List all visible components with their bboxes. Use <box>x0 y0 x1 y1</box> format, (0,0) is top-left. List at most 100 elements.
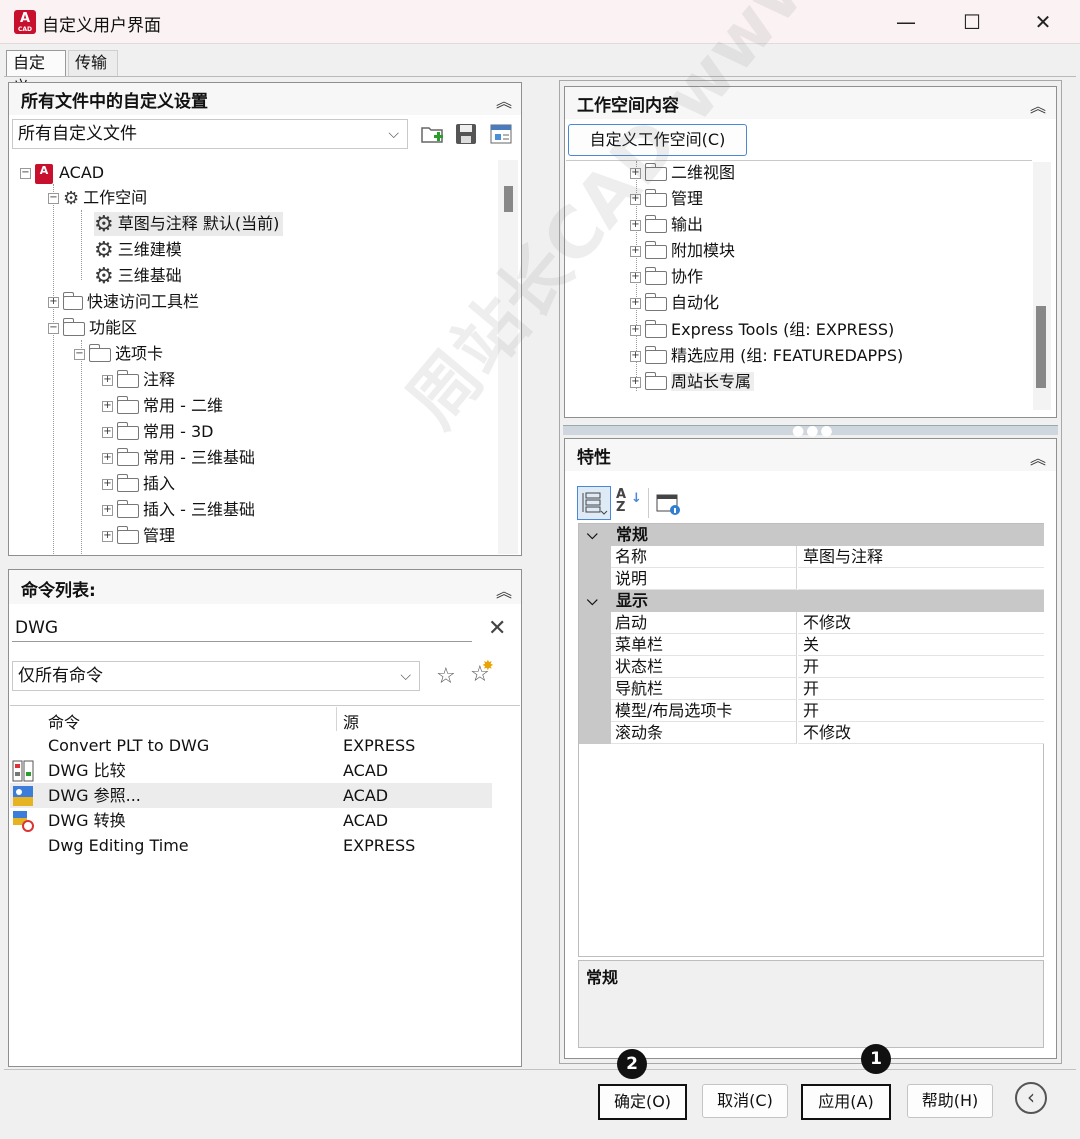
tree-node-workspace-3d-modeling[interactable]: ⚙ 三维建模 <box>94 238 182 262</box>
collapse-chevron-icon[interactable]: ︽ <box>1030 93 1046 117</box>
category-display[interactable]: ⌵ 显示 <box>579 590 1044 612</box>
workspace-scrollbar-thumb[interactable] <box>1036 306 1046 388</box>
alphabetical-sort-icon[interactable]: A Z ↓ <box>616 488 642 518</box>
tree-node-tab[interactable]: + 常用 - 3D <box>102 420 213 444</box>
tab-transfer[interactable]: 传输 <box>68 50 118 76</box>
property-value[interactable]: 开 <box>798 678 1044 700</box>
property-pages-icon[interactable] <box>656 492 682 516</box>
collapse-chevron-icon[interactable]: ︽ <box>496 578 512 602</box>
property-value[interactable]: 不修改 <box>798 722 1044 744</box>
command-row[interactable]: DWG 转换 ACAD <box>10 808 496 833</box>
command-row[interactable]: DWG 比较 ACAD <box>10 758 496 783</box>
tree-node-workspace-current[interactable]: ⚙ 草图与注释 默认(当前) <box>94 212 284 236</box>
workspace-item[interactable]: + 输出 <box>630 213 703 237</box>
apply-button[interactable]: 应用(A) <box>801 1084 891 1120</box>
command-row[interactable]: Dwg Editing Time EXPRESS <box>10 833 496 858</box>
expand-icon[interactable]: + <box>630 351 641 362</box>
expand-icon[interactable]: + <box>102 479 113 490</box>
property-value[interactable]: 开 <box>798 700 1044 722</box>
property-row[interactable]: 名称 草图与注释 <box>579 546 1044 568</box>
expand-icon[interactable]: + <box>102 427 113 438</box>
tree-node-workspaces[interactable]: − ⚙ 工作空间 <box>48 186 147 210</box>
expand-icon[interactable]: + <box>630 272 641 283</box>
tree-node-tab[interactable]: + 常用 - 二维 <box>102 394 223 418</box>
cancel-button[interactable]: 取消(C) <box>702 1084 788 1118</box>
expand-icon[interactable]: + <box>102 531 113 542</box>
tab-customize[interactable]: 自定义 <box>6 50 66 96</box>
tree-node-ribbon[interactable]: − 功能区 <box>48 316 137 340</box>
collapse-chevron-icon[interactable]: ︽ <box>496 88 512 112</box>
command-search-input[interactable]: DWG <box>12 614 472 642</box>
tree-node-tab[interactable]: + 注释 <box>102 368 175 392</box>
ok-button[interactable]: 确定(O) <box>598 1084 687 1120</box>
property-value[interactable]: 关 <box>798 634 1044 656</box>
workspace-item[interactable]: + 附加模块 <box>630 239 735 263</box>
tree-scrollbar-thumb[interactable] <box>504 186 513 212</box>
category-general[interactable]: ⌵ 常规 <box>579 524 1044 546</box>
open-file-icon[interactable] <box>420 122 446 146</box>
property-value[interactable] <box>798 568 1044 590</box>
expand-icon[interactable]: + <box>102 375 113 386</box>
tree-node-tab[interactable]: + 管理 <box>102 524 175 548</box>
maximize-icon[interactable]: ☐ <box>950 8 994 36</box>
minimize-icon[interactable]: — <box>884 8 928 36</box>
property-row[interactable]: 菜单栏 关 <box>579 634 1044 656</box>
tree-scrollbar[interactable] <box>498 160 518 554</box>
tree-node-tabs[interactable]: − 选项卡 <box>74 342 163 366</box>
tree-node-tab[interactable]: + 常用 - 三维基础 <box>102 446 255 470</box>
customization-file-dropdown[interactable]: 所有自定义文件 ⌵ <box>12 119 408 149</box>
property-row[interactable]: 状态栏 开 <box>579 656 1044 678</box>
splitter-grip-icon[interactable]: ●●● <box>792 423 835 439</box>
workspace-item[interactable]: + 精选应用 (组: FEATUREDAPPS) <box>630 344 903 368</box>
collapse-icon[interactable]: − <box>74 349 85 360</box>
tree-node-quick-access-toolbar[interactable]: + 快速访问工具栏 <box>48 290 199 314</box>
expand-icon[interactable]: + <box>630 377 641 388</box>
expand-icon[interactable]: + <box>630 246 641 257</box>
star-search-icon[interactable]: ☆ <box>436 664 456 689</box>
workspace-item[interactable]: + 管理 <box>630 187 703 211</box>
new-command-star-icon[interactable]: ☆ ✸ <box>470 658 494 687</box>
property-value[interactable]: 草图与注释 <box>798 546 1044 568</box>
property-value[interactable]: 开 <box>798 656 1044 678</box>
expand-icon[interactable]: + <box>102 401 113 412</box>
chevron-down-icon[interactable]: ⌵ <box>587 524 598 546</box>
expand-icon[interactable]: + <box>630 194 641 205</box>
close-icon[interactable]: ✕ <box>1021 8 1065 36</box>
workspace-scrollbar[interactable] <box>1033 162 1051 410</box>
save-icon[interactable] <box>454 122 480 146</box>
property-row[interactable]: 启动 不修改 <box>579 612 1044 634</box>
collapse-left-icon[interactable]: ‹ <box>1015 1082 1047 1114</box>
property-value[interactable]: 不修改 <box>798 612 1044 634</box>
workspace-item[interactable]: + 周站长专属 <box>630 370 755 394</box>
tree-node-tab[interactable]: + 插入 - 三维基础 <box>102 498 255 522</box>
property-row[interactable]: 说明 <box>579 568 1044 590</box>
categorized-view-button[interactable] <box>577 486 611 520</box>
property-row[interactable]: 导航栏 开 <box>579 678 1044 700</box>
tree-node-acad[interactable]: − A ACAD <box>20 161 104 185</box>
column-header-source[interactable]: 源 <box>343 709 359 733</box>
column-header-command[interactable]: 命令 <box>48 709 80 733</box>
tree-node-workspace-3d-basics[interactable]: ⚙ 三维基础 <box>94 264 182 288</box>
clear-search-icon[interactable]: ✕ <box>488 616 506 641</box>
expand-icon[interactable]: + <box>102 453 113 464</box>
help-button[interactable]: 帮助(H) <box>907 1084 993 1118</box>
expand-icon[interactable]: + <box>630 325 641 336</box>
collapse-icon[interactable]: − <box>20 168 31 179</box>
workspace-item[interactable]: + Express Tools (组: EXPRESS) <box>630 318 894 342</box>
expand-icon[interactable]: + <box>630 298 641 309</box>
property-row[interactable]: 滚动条 不修改 <box>579 722 1044 744</box>
tree-node-tab[interactable]: + 插入 <box>102 472 175 496</box>
workspace-item[interactable]: + 二维视图 <box>630 161 735 185</box>
workspace-item[interactable]: + 协作 <box>630 265 703 289</box>
chevron-down-icon[interactable]: ⌵ <box>587 590 598 612</box>
collapse-icon[interactable]: − <box>48 193 59 204</box>
expand-icon[interactable]: + <box>102 505 113 516</box>
expand-icon[interactable]: + <box>630 168 641 179</box>
command-row-selected[interactable]: DWG 参照... ACAD <box>10 783 492 808</box>
collapse-chevron-icon[interactable]: ︽ <box>1030 445 1046 469</box>
workspace-item[interactable]: + 自动化 <box>630 291 719 315</box>
expand-icon[interactable]: + <box>48 297 59 308</box>
collapse-icon[interactable]: − <box>48 323 59 334</box>
property-row[interactable]: 模型/布局选项卡 开 <box>579 700 1044 722</box>
load-partial-icon[interactable] <box>488 122 514 146</box>
